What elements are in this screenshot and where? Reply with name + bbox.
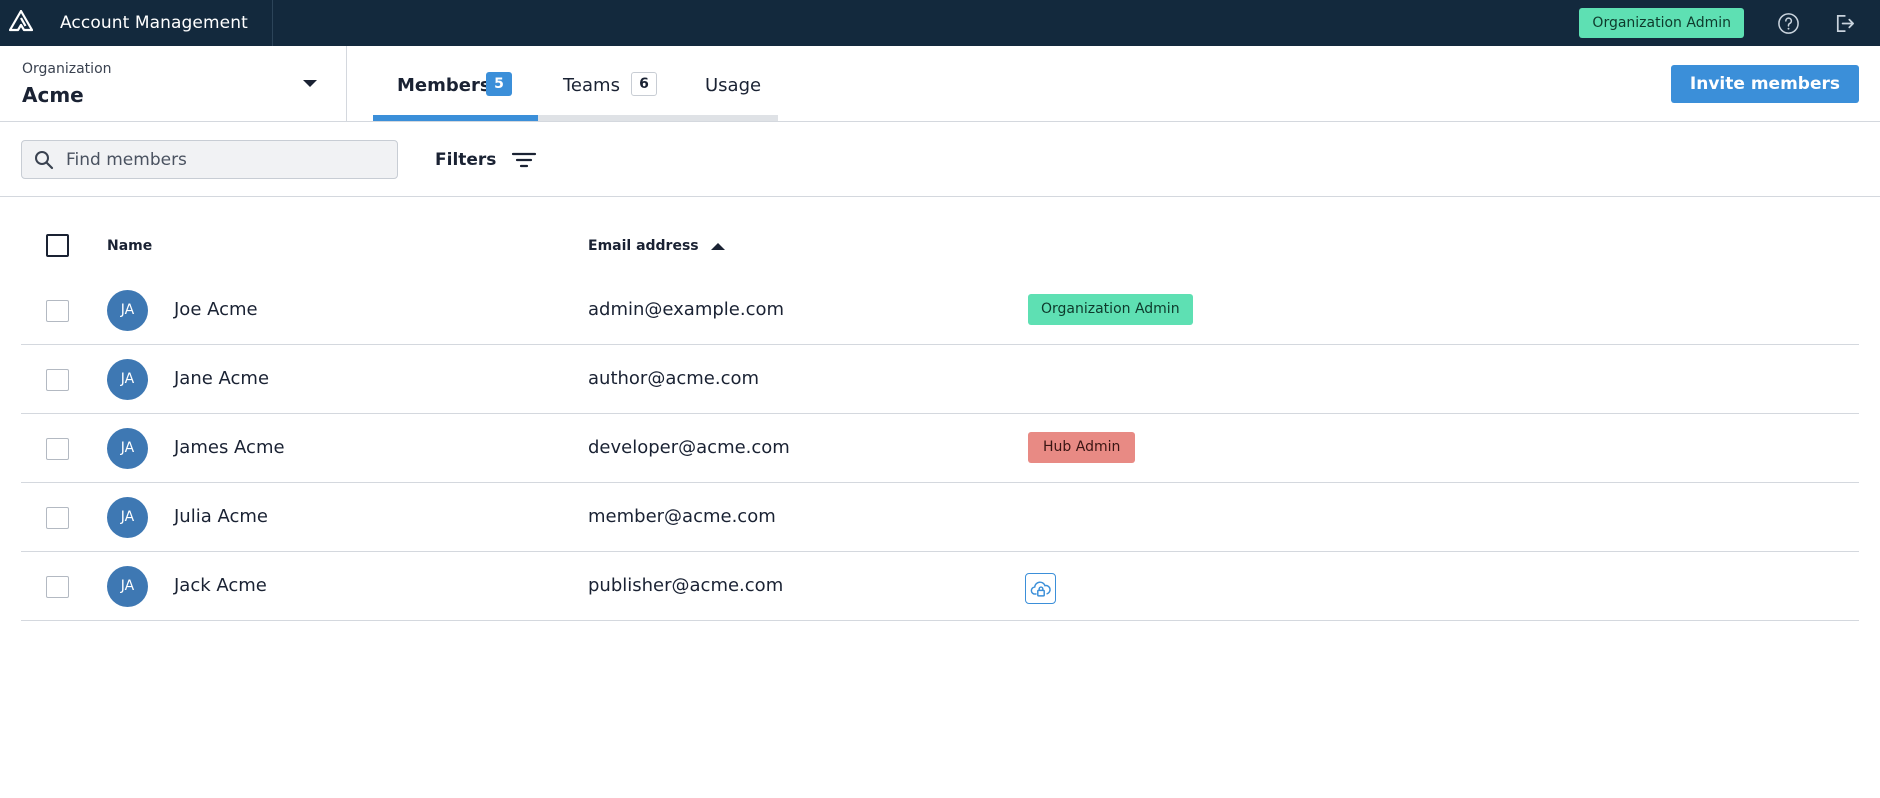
table-header: Name Email address <box>21 216 1859 276</box>
sub-header: Organization Acme Members 5 Teams 6 Usag… <box>0 46 1880 122</box>
tab-usage[interactable]: Usage <box>673 46 778 121</box>
avatar: JA <box>107 359 148 400</box>
filters-label: Filters <box>435 150 497 170</box>
avatar: JA <box>107 497 148 538</box>
logo-icon[interactable] <box>8 9 34 36</box>
members-table: Name Email address JA Joe Acme admin@exa… <box>21 216 1859 621</box>
organization-admin-tag: Organization Admin <box>1028 294 1193 325</box>
sort-ascending-icon[interactable] <box>710 242 725 250</box>
tab-bar: Members 5 Teams 6 Usage <box>373 46 778 121</box>
search-input[interactable] <box>66 141 386 178</box>
member-email: developer@acme.com <box>588 437 790 458</box>
column-header-email[interactable]: Email address <box>588 238 725 254</box>
members-count-badge: 5 <box>486 72 512 96</box>
logout-icon[interactable] <box>1832 11 1856 35</box>
table-row[interactable]: JA James Acme developer@acme.com Hub Adm… <box>21 414 1859 483</box>
organization-selector[interactable]: Organization Acme <box>0 46 347 121</box>
active-tab-indicator <box>373 115 538 121</box>
member-name: Joe Acme <box>174 299 258 320</box>
table-row[interactable]: JA Joe Acme admin@example.com Organizati… <box>21 276 1859 345</box>
hub-admin-tag: Hub Admin <box>1028 432 1136 463</box>
organization-name: Acme <box>22 83 84 107</box>
help-icon[interactable] <box>1776 11 1800 35</box>
avatar: JA <box>107 428 148 469</box>
member-name: James Acme <box>174 437 285 458</box>
members-toolbar: Filters <box>0 122 1880 197</box>
table-row[interactable]: JA Jane Acme author@acme.com <box>21 345 1859 414</box>
tab-teams-label: Teams <box>563 75 620 96</box>
publisher-icon <box>1025 573 1056 604</box>
row-checkbox[interactable] <box>46 300 69 322</box>
row-checkbox[interactable] <box>46 369 69 391</box>
top-bar: Account Management Organization Admin <box>0 0 1880 46</box>
avatar: JA <box>107 566 148 607</box>
organization-label: Organization <box>22 61 112 77</box>
member-email: admin@example.com <box>588 299 785 320</box>
member-name: Jane Acme <box>174 368 270 389</box>
role-badge: Organization Admin <box>1579 8 1744 38</box>
teams-count-badge: 6 <box>631 72 657 96</box>
top-bar-actions: Organization Admin <box>1579 0 1880 46</box>
column-header-email-label: Email address <box>588 238 699 254</box>
search-box[interactable] <box>21 140 398 179</box>
chevron-down-icon[interactable] <box>303 80 317 87</box>
row-checkbox[interactable] <box>46 438 69 460</box>
table-row[interactable]: JA Jack Acme publisher@acme.com <box>21 552 1859 621</box>
filters-button[interactable]: Filters <box>435 146 537 174</box>
tab-teams[interactable]: Teams 6 <box>538 46 673 121</box>
search-icon <box>34 150 54 170</box>
member-email: member@acme.com <box>588 506 776 527</box>
invite-members-button[interactable]: Invite members <box>1670 65 1859 103</box>
row-checkbox[interactable] <box>46 576 69 598</box>
member-email: publisher@acme.com <box>588 575 784 596</box>
column-header-name[interactable]: Name <box>107 238 152 254</box>
avatar: JA <box>107 290 148 331</box>
brand: Account Management <box>0 0 273 46</box>
member-email: author@acme.com <box>588 368 760 389</box>
member-name: Julia Acme <box>174 506 268 527</box>
row-checkbox[interactable] <box>46 507 69 529</box>
app-title: Account Management <box>60 13 248 33</box>
member-name: Jack Acme <box>174 575 267 596</box>
select-all-checkbox[interactable] <box>46 234 69 257</box>
tab-usage-label: Usage <box>705 75 762 96</box>
filter-icon <box>511 150 537 170</box>
table-row[interactable]: JA Julia Acme member@acme.com <box>21 483 1859 552</box>
tab-members[interactable]: Members 5 <box>373 46 538 121</box>
tab-members-label: Members <box>397 75 491 96</box>
